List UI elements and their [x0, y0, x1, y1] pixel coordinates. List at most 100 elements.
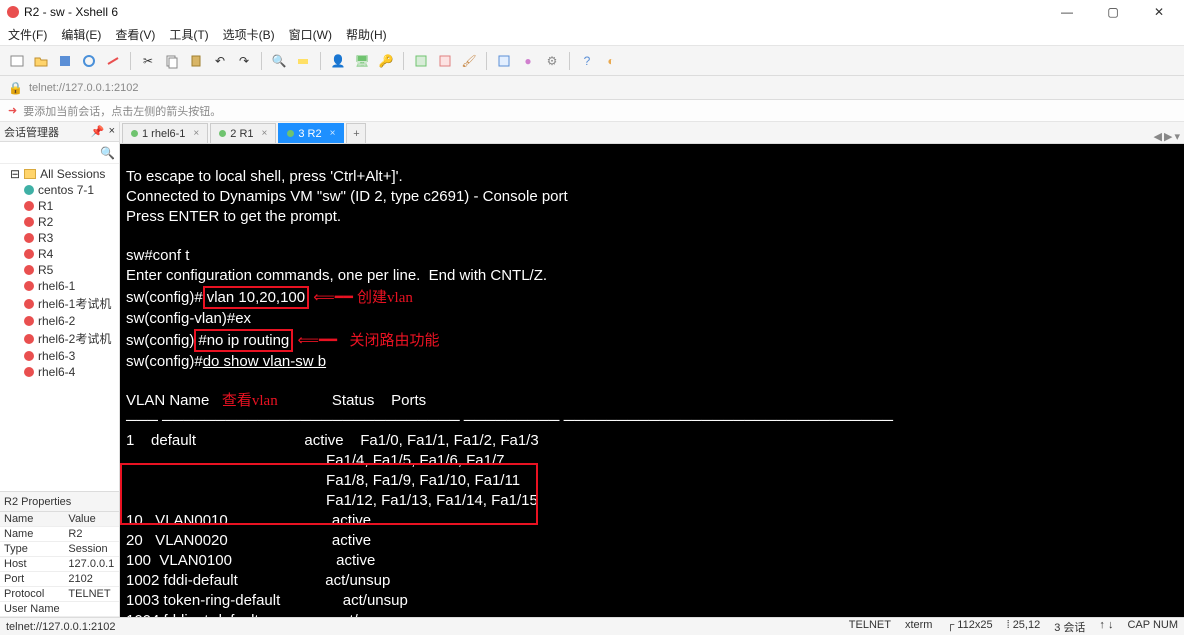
props-col-value: Value: [64, 512, 119, 527]
tab[interactable]: 1 rhel6-1×: [122, 123, 208, 143]
term-line: sw#conf t: [126, 247, 189, 264]
open-icon[interactable]: [32, 52, 50, 70]
font-icon[interactable]: [495, 52, 513, 70]
tab-prev-icon[interactable]: ◀: [1154, 130, 1162, 143]
cut-icon[interactable]: ✂: [139, 52, 157, 70]
new-session-icon[interactable]: [8, 52, 26, 70]
find-icon[interactable]: 🔍: [270, 52, 288, 70]
user-icon[interactable]: 👤: [329, 52, 347, 70]
cmd-show-vlan: do show vlan-sw b: [203, 353, 326, 370]
search-icon[interactable]: 🔍: [100, 146, 115, 160]
session-item[interactable]: R4: [4, 246, 115, 262]
session-item[interactable]: R5: [4, 262, 115, 278]
term-line: 1004 fddinet-default act/unsup: [126, 612, 399, 617]
settings-icon[interactable]: ⚙: [543, 52, 561, 70]
session-item[interactable]: rhel6-1: [4, 278, 115, 294]
annotation-disable-routing: 关闭路由功能: [350, 333, 440, 349]
prop-value: [64, 602, 119, 617]
session-item[interactable]: rhel6-3: [4, 348, 115, 364]
address-text[interactable]: telnet://127.0.0.1:2102: [29, 82, 138, 94]
menu-window[interactable]: 窗口(W): [289, 26, 332, 43]
session-item[interactable]: R3: [4, 230, 115, 246]
pin-icon[interactable]: 📌: [91, 125, 105, 138]
session-label: rhel6-4: [38, 365, 75, 379]
session-item[interactable]: centos 7-1: [4, 182, 115, 198]
session-status-icon: [24, 185, 34, 195]
props-row: User Name: [0, 602, 119, 617]
prop-name: Type: [0, 542, 64, 557]
redo-icon[interactable]: ↷: [235, 52, 253, 70]
toolbar: ✂ ↶ ↷ 🔍 👤 🖥 🔑 🖌 ● ⚙ ? ◐: [0, 46, 1184, 76]
connect-icon[interactable]: [104, 52, 122, 70]
properties-table: NameValue NameR2TypeSessionHost127.0.0.1…: [0, 512, 119, 617]
log-icon[interactable]: [436, 52, 454, 70]
refresh-icon[interactable]: [80, 52, 98, 70]
close-button[interactable]: ✕: [1146, 3, 1172, 21]
session-label: R4: [38, 247, 53, 261]
prop-value: 2102: [64, 572, 119, 587]
term-line: 100 VLAN0100 active: [126, 552, 375, 569]
session-item[interactable]: R1: [4, 198, 115, 214]
right-panel: 1 rhel6-1×2 R1× 3 R2 × + ◀ ▶ ▾ To escape t…: [120, 122, 1184, 617]
lock-icon: 🔒: [8, 81, 23, 95]
terminal[interactable]: To escape to local shell, press 'Ctrl+Al…: [120, 144, 1184, 617]
help-icon[interactable]: ?: [578, 52, 596, 70]
tab-label: 3 R2: [298, 128, 321, 140]
tab-bar: 1 rhel6-1×2 R1× 3 R2 × + ◀ ▶ ▾: [120, 122, 1184, 144]
tab[interactable]: 2 R1×: [210, 123, 276, 143]
session-status-icon: [24, 233, 34, 243]
script-icon[interactable]: [412, 52, 430, 70]
app-icon: [6, 5, 20, 19]
close-panel-icon[interactable]: ×: [109, 125, 115, 138]
undo-icon[interactable]: ↶: [211, 52, 229, 70]
host-icon[interactable]: 🖥: [353, 52, 371, 70]
tab[interactable]: 3 R2 ×: [278, 123, 344, 143]
color-icon[interactable]: ●: [519, 52, 537, 70]
session-label: R2: [38, 215, 53, 229]
minimize-button[interactable]: —: [1054, 3, 1080, 21]
tab-close-icon[interactable]: ×: [330, 128, 336, 139]
highlight-icon[interactable]: [294, 52, 312, 70]
status-size: ┌ 112x25: [946, 619, 992, 635]
highlight-vlan-create: vlan 10,20,100: [203, 286, 309, 309]
paste-icon[interactable]: [187, 52, 205, 70]
prop-value: R2: [64, 527, 119, 542]
term-line: Press ENTER to get the prompt.: [126, 208, 341, 225]
menu-file[interactable]: 文件(F): [8, 26, 47, 43]
term-line: To escape to local shell, press 'Ctrl+Al…: [126, 168, 403, 185]
menu-edit[interactable]: 编辑(E): [61, 26, 101, 43]
maximize-button[interactable]: ▢: [1100, 3, 1126, 21]
session-item[interactable]: rhel6-2考试机: [4, 329, 115, 348]
menu-tab[interactable]: 选项卡(B): [223, 26, 275, 43]
brush-icon[interactable]: 🖌: [460, 52, 478, 70]
title-bar: R2 - sw - Xshell 6 — ▢ ✕: [0, 0, 1184, 24]
tab-next-icon[interactable]: ▶: [1164, 130, 1172, 143]
tab-add[interactable]: +: [346, 123, 366, 143]
menu-view[interactable]: 查看(V): [115, 26, 155, 43]
tree-root[interactable]: ⊟ All Sessions: [4, 166, 115, 182]
tab-menu-icon[interactable]: ▾: [1174, 130, 1180, 143]
toolbar-separator: [320, 52, 321, 70]
collapse-icon[interactable]: ⊟: [10, 167, 20, 181]
term-line: Connected to Dynamips VM "sw" (ID 2, typ…: [126, 188, 568, 205]
key-icon[interactable]: 🔑: [377, 52, 395, 70]
menu-help[interactable]: 帮助(H): [346, 26, 387, 43]
copy-icon[interactable]: [163, 52, 181, 70]
session-status-icon: [24, 201, 34, 211]
tab-close-icon[interactable]: ×: [193, 128, 199, 139]
search-input[interactable]: [4, 147, 100, 159]
prop-name: User Name: [0, 602, 64, 617]
prop-value: TELNET: [64, 587, 119, 602]
tab-close-icon[interactable]: ×: [262, 128, 268, 139]
session-label: centos 7-1: [38, 183, 94, 197]
session-item[interactable]: rhel6-1考试机: [4, 294, 115, 313]
session-status-icon: [24, 265, 34, 275]
save-icon[interactable]: [56, 52, 74, 70]
properties-panel: R2 Properties NameValue NameR2TypeSessio…: [0, 491, 119, 617]
session-item[interactable]: rhel6-4: [4, 364, 115, 380]
session-search: 🔍: [0, 142, 119, 164]
session-item[interactable]: rhel6-2: [4, 313, 115, 329]
session-item[interactable]: R2: [4, 214, 115, 230]
menu-tools[interactable]: 工具(T): [169, 26, 208, 43]
about-icon[interactable]: ◐: [602, 52, 620, 70]
